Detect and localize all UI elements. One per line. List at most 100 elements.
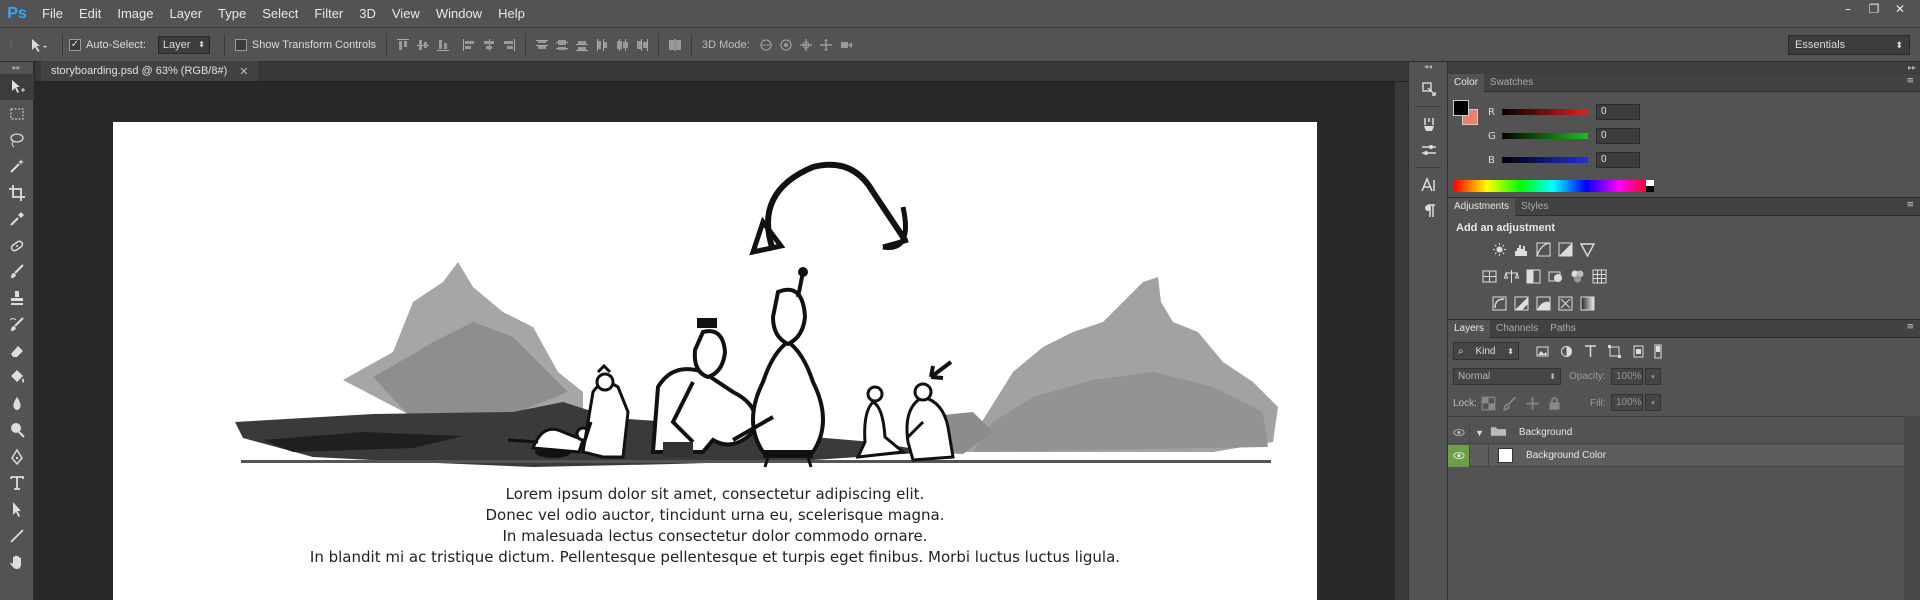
visibility-eye-icon[interactable]: [1448, 421, 1470, 444]
brush-tool-icon[interactable]: [0, 259, 34, 285]
3d-roll-icon[interactable]: [776, 35, 796, 55]
blue-slider[interactable]: [1502, 157, 1588, 163]
foreground-color-swatch[interactable]: [1453, 100, 1469, 116]
menu-window[interactable]: Window: [428, 0, 490, 28]
auto-select-checkbox[interactable]: ✓: [69, 38, 81, 51]
lock-transparent-icon[interactable]: [1478, 394, 1498, 412]
filter-smart-object-icon[interactable]: [1628, 342, 1648, 360]
distribute-vertical-centers-icon[interactable]: [552, 35, 572, 55]
type-tool-icon[interactable]: [0, 470, 34, 496]
tab-color[interactable]: Color: [1448, 73, 1484, 92]
blue-value-field[interactable]: 0: [1596, 152, 1640, 168]
menu-file[interactable]: File: [34, 0, 71, 28]
threshold-icon[interactable]: [1532, 292, 1554, 314]
show-transform-checkbox[interactable]: [234, 38, 247, 51]
lock-image-icon[interactable]: [1500, 394, 1520, 412]
align-bottom-edges-icon[interactable]: [433, 35, 453, 55]
distribute-bottom-edges-icon[interactable]: [572, 35, 592, 55]
black-white-icon[interactable]: [1522, 265, 1544, 287]
spectrum-black-white[interactable]: [1646, 180, 1654, 192]
red-slider[interactable]: [1502, 109, 1588, 115]
group-expand-icon[interactable]: ▼: [1475, 428, 1484, 438]
menu-filter[interactable]: Filter: [306, 0, 351, 28]
distribute-left-edges-icon[interactable]: [592, 35, 612, 55]
photo-filter-icon[interactable]: [1544, 265, 1566, 287]
fill-field[interactable]: 100%: [1611, 394, 1643, 411]
restore-button[interactable]: ❐: [1862, 0, 1886, 18]
tab-swatches[interactable]: Swatches: [1484, 74, 1539, 92]
marquee-tool-icon[interactable]: [0, 100, 34, 126]
panel-menu-icon[interactable]: ≡: [1906, 322, 1914, 332]
posterize-icon[interactable]: [1510, 292, 1532, 314]
crop-tool-icon[interactable]: [0, 180, 34, 206]
history-panel-icon[interactable]: [1409, 76, 1449, 102]
distribute-right-edges-icon[interactable]: [632, 35, 652, 55]
blur-tool-icon[interactable]: [0, 391, 34, 417]
3d-rotate-icon[interactable]: [756, 35, 776, 55]
tab-styles[interactable]: Styles: [1515, 198, 1554, 216]
brush-presets-icon[interactable]: [1409, 111, 1449, 137]
dodge-tool-icon[interactable]: [0, 417, 34, 443]
3d-scale-icon[interactable]: [836, 35, 856, 55]
move-tool-preset-icon[interactable]: [22, 35, 56, 55]
vertical-scrollbar[interactable]: [1394, 82, 1408, 600]
path-selection-tool-icon[interactable]: [0, 496, 34, 522]
menu-layer[interactable]: Layer: [162, 0, 211, 28]
magic-wand-tool-icon[interactable]: [0, 153, 34, 179]
minimize-button[interactable]: –: [1836, 0, 1860, 18]
hue-saturation-icon[interactable]: [1478, 265, 1500, 287]
close-button[interactable]: ✕: [1888, 0, 1912, 18]
menu-select[interactable]: Select: [254, 0, 306, 28]
brightness-contrast-icon[interactable]: [1488, 238, 1510, 260]
auto-select-dropdown[interactable]: Layer ⬍: [157, 35, 210, 54]
filter-toggle-icon[interactable]: [1652, 342, 1664, 360]
clone-stamp-tool-icon[interactable]: [0, 285, 34, 311]
move-tool-icon[interactable]: [0, 74, 34, 101]
align-vertical-centers-icon[interactable]: [413, 35, 433, 55]
paint-bucket-tool-icon[interactable]: [0, 364, 34, 390]
healing-brush-tool-icon[interactable]: [0, 232, 34, 258]
history-brush-tool-icon[interactable]: [0, 312, 34, 338]
green-value-field[interactable]: 0: [1596, 128, 1640, 144]
distribute-horizontal-centers-icon[interactable]: [612, 35, 632, 55]
color-spectrum-bar[interactable]: [1454, 180, 1652, 192]
menu-type[interactable]: Type: [210, 0, 254, 28]
color-balance-icon[interactable]: [1500, 265, 1522, 287]
pen-tool-icon[interactable]: [0, 443, 34, 469]
workspace-switcher[interactable]: Essentials ⬍: [1788, 35, 1910, 55]
align-left-edges-icon[interactable]: [459, 35, 479, 55]
gradient-map-icon[interactable]: [1576, 292, 1598, 314]
align-top-edges-icon[interactable]: [393, 35, 413, 55]
filter-type-icon[interactable]: [1580, 342, 1600, 360]
color-lookup-icon[interactable]: [1588, 265, 1610, 287]
red-value-field[interactable]: 0: [1596, 104, 1640, 120]
tab-channels[interactable]: Channels: [1490, 320, 1544, 338]
blend-mode-dropdown[interactable]: Normal ⬍: [1453, 368, 1561, 385]
panel-menu-icon[interactable]: ≡: [1906, 76, 1914, 86]
tab-adjustments[interactable]: Adjustments: [1448, 197, 1516, 216]
close-tab-icon[interactable]: ✕: [239, 65, 248, 78]
layer-row-background-color[interactable]: Background Color: [1448, 444, 1904, 467]
3d-slide-icon[interactable]: [816, 35, 836, 55]
opacity-dropdown-arrow-icon[interactable]: ▾: [1645, 368, 1661, 385]
panel-menu-icon[interactable]: ≡: [1906, 200, 1914, 210]
eraser-tool-icon[interactable]: [0, 338, 34, 364]
levels-icon[interactable]: [1510, 238, 1532, 260]
3d-pan-icon[interactable]: [796, 35, 816, 55]
lock-position-icon[interactable]: [1522, 394, 1542, 412]
menu-image[interactable]: Image: [109, 0, 161, 28]
selective-color-icon[interactable]: [1554, 292, 1576, 314]
lock-all-icon[interactable]: [1544, 394, 1564, 412]
menu-help[interactable]: Help: [490, 0, 533, 28]
auto-align-layers-icon[interactable]: [665, 35, 685, 55]
panels-collapse-grip[interactable]: ▸▸: [1448, 62, 1920, 74]
distribute-top-edges-icon[interactable]: [532, 35, 552, 55]
visibility-eye-icon[interactable]: [1448, 444, 1470, 467]
opacity-field[interactable]: 100%: [1611, 368, 1643, 385]
eyedropper-tool-icon[interactable]: [0, 206, 34, 232]
document-tab[interactable]: storyboarding.psd @ 63% (RGB/8#) ✕: [41, 61, 259, 81]
document-canvas[interactable]: Lorem ipsum dolor sit amet, consectetur …: [113, 122, 1317, 600]
align-horizontal-centers-icon[interactable]: [479, 35, 499, 55]
menu-view[interactable]: View: [384, 0, 428, 28]
tab-paths[interactable]: Paths: [1544, 320, 1582, 338]
